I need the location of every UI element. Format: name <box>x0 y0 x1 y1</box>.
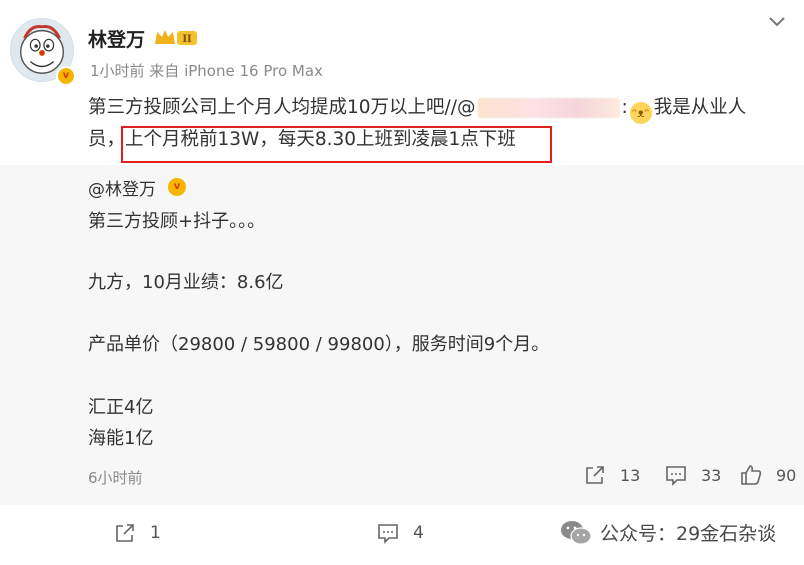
share-icon <box>116 524 134 542</box>
watermark-text: 公众号：29金石杂谈 <box>600 523 777 545</box>
repost-line: 九方，10月业绩：8.6亿 <box>88 272 284 293</box>
comment-icon <box>666 466 686 486</box>
cat-emoji-icon: ᵔᴥᵔ <box>629 102 652 124</box>
chevron-down-icon[interactable] <box>767 15 787 29</box>
vip-level-text: II <box>182 34 192 45</box>
share-button[interactable]: 1 <box>114 522 161 544</box>
comment-count: 4 <box>413 523 424 543</box>
repost-share-count: 13 <box>620 465 641 485</box>
blurred-mention <box>477 98 620 118</box>
red-highlight-box <box>121 126 552 163</box>
vip-crown-icon: II <box>155 30 197 45</box>
post-author-name[interactable]: 林登万 <box>88 25 145 52</box>
repost-like-count: 90 <box>776 465 797 485</box>
comment-icon <box>378 524 398 544</box>
like-icon <box>741 465 762 485</box>
repost-line: 海能1亿 <box>88 428 154 449</box>
repost-like-button[interactable]: 90 <box>740 464 796 486</box>
repost-author[interactable]: @林登万 <box>88 175 156 200</box>
repost-line: 产品单价（29800 / 59800 / 99800），服务时间9个月。 <box>88 334 550 355</box>
post-meta: 1小时前 来自 iPhone 16 Pro Max <box>90 62 323 80</box>
watermark: 公众号：29金石杂谈 <box>560 519 776 546</box>
post-text-line2-start: 员， <box>88 129 126 150</box>
verified-mark: v <box>62 70 70 81</box>
repost-line: 汇正4亿 <box>88 397 154 418</box>
post-text-part1: 第三方投顾公司上个月人均提成10万以上吧//@ <box>88 97 476 118</box>
repost-share-button[interactable]: 13 <box>584 464 640 486</box>
repost-comment-count: 33 <box>701 465 722 485</box>
verified-badge-icon: v <box>56 66 76 86</box>
post-text-part2: : <box>621 97 628 118</box>
wechat-icon <box>561 520 592 545</box>
post-text-part3: 我是从业人 <box>653 97 747 118</box>
repost-verified-icon: v <box>168 178 186 196</box>
share-count: 1 <box>150 523 161 543</box>
repost-time: 6小时前 <box>88 469 143 487</box>
repost-line: 第三方投顾+抖子。。。 <box>88 211 266 232</box>
share-icon <box>586 466 604 484</box>
comment-button[interactable]: 4 <box>377 522 424 544</box>
repost-comment-button[interactable]: 33 <box>665 464 721 486</box>
